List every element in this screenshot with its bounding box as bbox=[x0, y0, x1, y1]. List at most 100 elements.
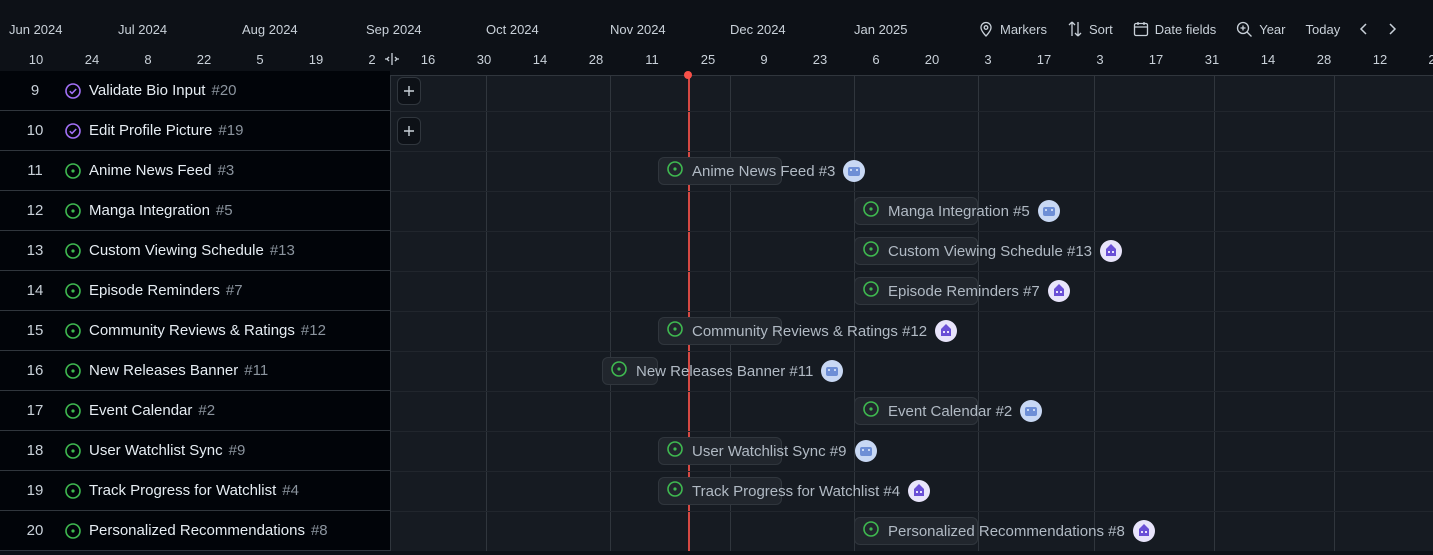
month-label: Oct 2024 bbox=[486, 22, 539, 37]
timeline-bar[interactable] bbox=[854, 277, 978, 305]
add-date-button[interactable] bbox=[397, 77, 421, 105]
issue-title-link[interactable]: New Releases Banner #11 bbox=[89, 362, 268, 379]
row-number: 17 bbox=[26, 402, 44, 419]
issue-title: New Releases Banner bbox=[89, 362, 239, 379]
row-gridline bbox=[391, 351, 1433, 352]
timeline-bar[interactable] bbox=[854, 397, 978, 425]
timeline-bar[interactable] bbox=[854, 197, 978, 225]
table-row[interactable]: 14 Episode Reminders #7 bbox=[0, 271, 390, 311]
calendar-icon bbox=[1133, 22, 1148, 37]
issue-title-link[interactable]: Custom Viewing Schedule #13 bbox=[89, 242, 295, 259]
issue-number: #11 bbox=[244, 362, 269, 379]
day-label: 6 bbox=[872, 52, 880, 67]
add-date-button[interactable] bbox=[397, 117, 421, 145]
issue-title-link[interactable]: Validate Bio Input #20 bbox=[89, 82, 237, 99]
today-button[interactable]: Today bbox=[1306, 22, 1341, 37]
row-gridline bbox=[391, 471, 1433, 472]
day-label: 31 bbox=[1204, 52, 1220, 67]
table-row[interactable]: 11 Anime News Feed #3 bbox=[0, 151, 390, 191]
zoom-level-button[interactable]: Year bbox=[1236, 21, 1286, 38]
day-label: 28 bbox=[588, 52, 604, 67]
day-label: 23 bbox=[812, 52, 828, 67]
markers-label: Markers bbox=[1000, 21, 1047, 37]
row-number: 14 bbox=[26, 282, 44, 299]
timeline-bar[interactable] bbox=[658, 317, 782, 345]
table-row[interactable]: 17 Event Calendar #2 bbox=[0, 391, 390, 431]
table-row[interactable]: 19 Track Progress for Watchlist #4 bbox=[0, 471, 390, 511]
month-gridline bbox=[854, 76, 855, 551]
issue-title: Validate Bio Input bbox=[89, 82, 206, 99]
issue-title: Personalized Recommendations bbox=[89, 522, 305, 539]
toolbar: Markers Sort Date fields Year Today bbox=[978, 16, 1402, 42]
issue-number: #8 bbox=[310, 522, 328, 539]
markers-button[interactable]: Markers bbox=[978, 21, 1047, 37]
map-pin-icon bbox=[980, 21, 992, 37]
issue-title: Edit Profile Picture bbox=[89, 122, 213, 139]
issue-title-link[interactable]: Edit Profile Picture #19 bbox=[89, 122, 243, 139]
timeline-bar[interactable] bbox=[854, 517, 978, 545]
timeline-bar[interactable] bbox=[854, 237, 978, 265]
table-row[interactable]: 18 User Watchlist Sync #9 bbox=[0, 431, 390, 471]
day-label: 25 bbox=[700, 52, 716, 67]
sort-button[interactable]: Sort bbox=[1067, 20, 1113, 38]
timeline-bar[interactable] bbox=[658, 437, 782, 465]
month-gridline bbox=[978, 76, 979, 551]
issue-title-link[interactable]: User Watchlist Sync #9 bbox=[89, 442, 245, 459]
issue-number: #7 bbox=[225, 282, 243, 299]
day-label: 2 bbox=[1428, 52, 1433, 67]
month-label: Dec 2024 bbox=[730, 22, 786, 37]
next-button[interactable] bbox=[1382, 19, 1402, 39]
issue-title-link[interactable]: Community Reviews & Ratings #12 bbox=[89, 322, 326, 339]
issue-open-icon bbox=[64, 202, 82, 220]
previous-button[interactable] bbox=[1354, 19, 1374, 39]
day-label: 10 bbox=[28, 52, 44, 67]
table-row[interactable]: 15 Community Reviews & Ratings #12 bbox=[0, 311, 390, 351]
row-gridline bbox=[391, 511, 1433, 512]
issue-title: Event Calendar bbox=[89, 402, 193, 419]
table-row[interactable]: 16 New Releases Banner #11 bbox=[0, 351, 390, 391]
today-marker-dot bbox=[684, 71, 692, 79]
row-number: 9 bbox=[30, 82, 40, 99]
row-gridline bbox=[391, 391, 1433, 392]
table-row[interactable]: 12 Manga Integration #5 bbox=[0, 191, 390, 231]
issue-title-link[interactable]: Event Calendar #2 bbox=[89, 402, 215, 419]
issue-title-link[interactable]: Anime News Feed #3 bbox=[89, 162, 234, 179]
issue-title: Custom Viewing Schedule bbox=[89, 242, 264, 259]
row-number: 20 bbox=[26, 522, 44, 539]
day-label: 30 bbox=[476, 52, 492, 67]
row-number: 16 bbox=[26, 362, 44, 379]
row-gridline bbox=[391, 431, 1433, 432]
issue-number: #19 bbox=[218, 122, 244, 139]
issue-number: #5 bbox=[215, 202, 233, 219]
row-number: 11 bbox=[27, 162, 43, 179]
timeline-bar[interactable] bbox=[658, 477, 782, 505]
issue-title: User Watchlist Sync bbox=[89, 442, 223, 459]
table-row[interactable]: 13 Custom Viewing Schedule #13 bbox=[0, 231, 390, 271]
timeline-bar[interactable] bbox=[602, 357, 658, 385]
issue-title-link[interactable]: Manga Integration #5 bbox=[89, 202, 233, 219]
issue-title-link[interactable]: Track Progress for Watchlist #4 bbox=[89, 482, 299, 499]
row-number: 15 bbox=[26, 322, 44, 339]
month-gridline bbox=[486, 76, 487, 551]
day-label: 22 bbox=[196, 52, 212, 67]
issue-open-icon bbox=[64, 162, 82, 180]
issue-title-link[interactable]: Personalized Recommendations #8 bbox=[89, 522, 328, 539]
issue-closed-icon bbox=[64, 122, 82, 140]
date-fields-button[interactable]: Date fields bbox=[1133, 21, 1216, 37]
issue-open-icon bbox=[64, 402, 82, 420]
issue-title-link[interactable]: Episode Reminders #7 bbox=[89, 282, 243, 299]
issue-number: #20 bbox=[211, 82, 237, 99]
issue-closed-icon bbox=[64, 82, 82, 100]
table-row[interactable]: 10 Edit Profile Picture #19 bbox=[0, 111, 390, 151]
table-row[interactable]: 9 Validate Bio Input #20 bbox=[0, 71, 390, 111]
timeline-bar[interactable] bbox=[658, 157, 782, 185]
row-number: 18 bbox=[26, 442, 44, 459]
issue-open-icon bbox=[64, 442, 82, 460]
issue-number: #9 bbox=[228, 442, 246, 459]
date-fields-label: Date fields bbox=[1154, 21, 1217, 37]
month-label: Jan 2025 bbox=[854, 22, 908, 37]
table-row[interactable]: 20 Personalized Recommendations #8 bbox=[0, 511, 390, 551]
day-label: 9 bbox=[760, 52, 768, 67]
column-resize-handle-icon[interactable] bbox=[384, 52, 400, 69]
sort-label: Sort bbox=[1088, 21, 1113, 37]
